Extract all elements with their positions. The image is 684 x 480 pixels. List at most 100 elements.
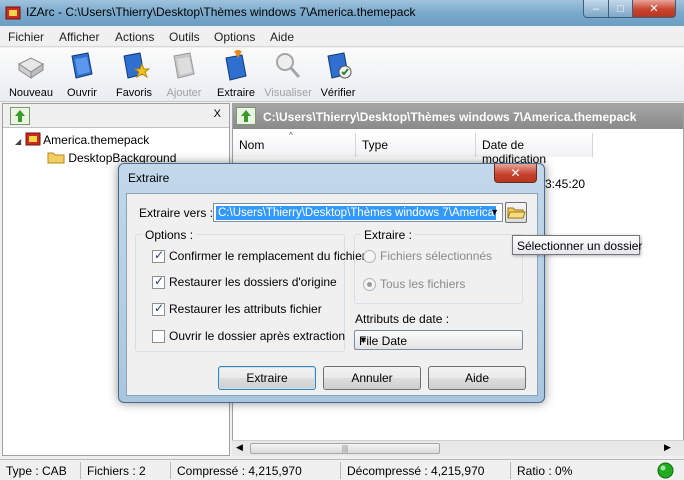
favoris-label: Favoris [115, 87, 153, 99]
status-divider [80, 462, 81, 479]
column-type-label: Type [362, 138, 389, 152]
archive-icon [25, 132, 40, 146]
list-up-button[interactable] [236, 107, 256, 125]
status-divider [170, 462, 171, 479]
all-files-label: Tous les fichiers [380, 277, 466, 291]
extract-to-combobox[interactable]: C:\Users\Thierry\Desktop\Thèmes windows … [213, 203, 503, 222]
status-ok-icon [657, 462, 674, 479]
options-group-label: Options : [142, 228, 197, 242]
chevron-down-icon[interactable]: ▼ [490, 207, 499, 217]
menu-bar: Fichier Afficher Actions Outils Options … [0, 27, 684, 47]
column-header-date[interactable]: Date de modification [476, 133, 593, 166]
tree-header: X [3, 104, 229, 128]
checkmark-icon: ✓ [154, 248, 165, 262]
ouvrir-label: Ouvrir [67, 87, 97, 99]
restore-attributes-label: Restaurer les attributs fichier [169, 302, 322, 316]
title-bar: IZArc - C:\Users\Thierry\Desktop\Thèmes … [0, 0, 684, 26]
checkmark-icon: ✓ [154, 301, 165, 315]
status-bar: Type : CAB Fichiers : 2 Compressé : 4,21… [0, 459, 684, 480]
menu-outils[interactable]: Outils [169, 30, 200, 44]
column-date-label: Date de modification [482, 138, 547, 166]
restore-folders-label: Restaurer les dossiers d'origine [169, 275, 337, 289]
ouvrir-button[interactable]: Ouvrir [62, 50, 102, 99]
view-magnifier-icon [276, 53, 301, 78]
dialog-close-button[interactable]: ✕ [494, 164, 537, 183]
checkbox-box [152, 330, 165, 343]
izarc-window: IZArc - C:\Users\Thierry\Desktop\Thèmes … [0, 0, 684, 480]
close-button[interactable]: ✕ [632, 0, 676, 18]
selected-files-label: Fichiers sélectionnés [380, 249, 493, 263]
status-compressed: Compressé : 4,215,970 [177, 464, 302, 478]
extract-to-value: C:\Users\Thierry\Desktop\Thèmes windows … [216, 206, 497, 220]
extract-scope-label: Extraire : [361, 228, 416, 242]
verifier-button[interactable]: Vérifier [318, 50, 358, 99]
nouveau-button[interactable]: Nouveau [6, 50, 56, 99]
checkbox-box: ✓ [152, 248, 165, 263]
open-archive-icon [71, 52, 93, 79]
scroll-left-arrow-icon[interactable]: ◀ [236, 442, 243, 453]
izarc-app-icon [5, 6, 21, 20]
extract-to-label: Extraire vers : [139, 206, 214, 220]
date-attributes-label: Attributs de date : [355, 312, 450, 326]
folder-icon [47, 152, 65, 164]
horizontal-scrollbar[interactable]: ◀ ||| ▶ [232, 440, 684, 456]
extraire-button[interactable]: Extraire [214, 50, 258, 99]
status-ratio: Ratio : 0% [517, 464, 573, 478]
ajouter-button[interactable]: Ajouter [162, 50, 206, 99]
visualiser-label: Visualiser [264, 87, 312, 99]
status-type: Type : CAB [6, 464, 67, 478]
menu-actions[interactable]: Actions [115, 30, 154, 44]
extract-dialog: Extraire ✕ Extraire vers : C:\Users\Thie… [118, 163, 545, 403]
status-decompressed: Décompressé : 4,215,970 [347, 464, 485, 478]
radio-dot [363, 250, 376, 263]
ajouter-label: Ajouter [166, 87, 202, 99]
browse-folder-button[interactable] [505, 202, 527, 223]
tree-item-archive[interactable]: ◢ America.themepack [15, 132, 149, 147]
path-bar: C:\Users\Thierry\Desktop\Thèmes windows … [233, 104, 683, 129]
sort-arrow-icon: ^ [289, 131, 293, 140]
radio-dot [363, 278, 376, 291]
date-attributes-select[interactable]: File Date ▼ [354, 330, 523, 350]
menu-fichier[interactable]: Fichier [8, 30, 44, 44]
open-folder-icon [507, 207, 526, 219]
checkmark-icon: ✓ [154, 274, 165, 288]
extraire-label: Extraire [217, 87, 255, 99]
cancel-button[interactable]: Annuler [323, 366, 421, 390]
toolbar: Nouveau Ouvrir Favoris Ajouter Extraire … [0, 48, 684, 102]
minimize-button[interactable]: – [583, 0, 609, 18]
extract-button[interactable]: Extraire [218, 366, 316, 390]
up-arrow-icon [15, 110, 25, 122]
new-archive-icon [18, 57, 44, 79]
dialog-body: Extraire vers : C:\Users\Thierry\Desktop… [126, 193, 538, 396]
extract-icon [225, 50, 247, 81]
checkbox-box: ✓ [152, 301, 165, 316]
status-files: Fichiers : 2 [87, 464, 146, 478]
verifier-label: Vérifier [320, 87, 356, 99]
favorites-icon [123, 52, 151, 79]
tree-item-archive-label: America.themepack [43, 133, 150, 147]
maximize-button[interactable]: □ [608, 0, 633, 18]
collapse-icon: ◢ [15, 137, 22, 146]
column-header-type[interactable]: Type [356, 133, 476, 157]
help-button[interactable]: Aide [428, 366, 526, 390]
browse-folder-tooltip: Sélectionner un dossier [512, 235, 642, 255]
tree-close-button[interactable]: X [214, 108, 221, 120]
nouveau-label: Nouveau [8, 87, 54, 99]
add-files-icon [173, 52, 195, 79]
file-row-date-fragment: 3:45:20 [545, 177, 586, 191]
menu-afficher[interactable]: Afficher [59, 30, 99, 44]
extract-scope-group: Extraire : Fichiers sélectionnés Tous le… [354, 228, 523, 304]
tree-up-button[interactable] [10, 107, 30, 125]
column-header-nom[interactable]: Nom ^ [233, 131, 356, 157]
favoris-button[interactable]: Favoris [112, 50, 156, 99]
scroll-right-arrow-icon[interactable]: ▶ [664, 442, 671, 453]
options-group: Options : ✓ Confirmer le remplacement du… [135, 228, 366, 352]
visualiser-button[interactable]: Visualiser [262, 50, 314, 99]
up-arrow-icon [241, 110, 251, 122]
scroll-thumb[interactable]: ||| [250, 443, 440, 454]
menu-aide[interactable]: Aide [270, 30, 294, 44]
menu-options[interactable]: Options [214, 30, 255, 44]
open-folder-after-label: Ouvrir le dossier après extraction [169, 329, 346, 343]
dialog-title: Extraire [128, 171, 170, 185]
window-title: IZArc - C:\Users\Thierry\Desktop\Thèmes … [26, 5, 416, 19]
